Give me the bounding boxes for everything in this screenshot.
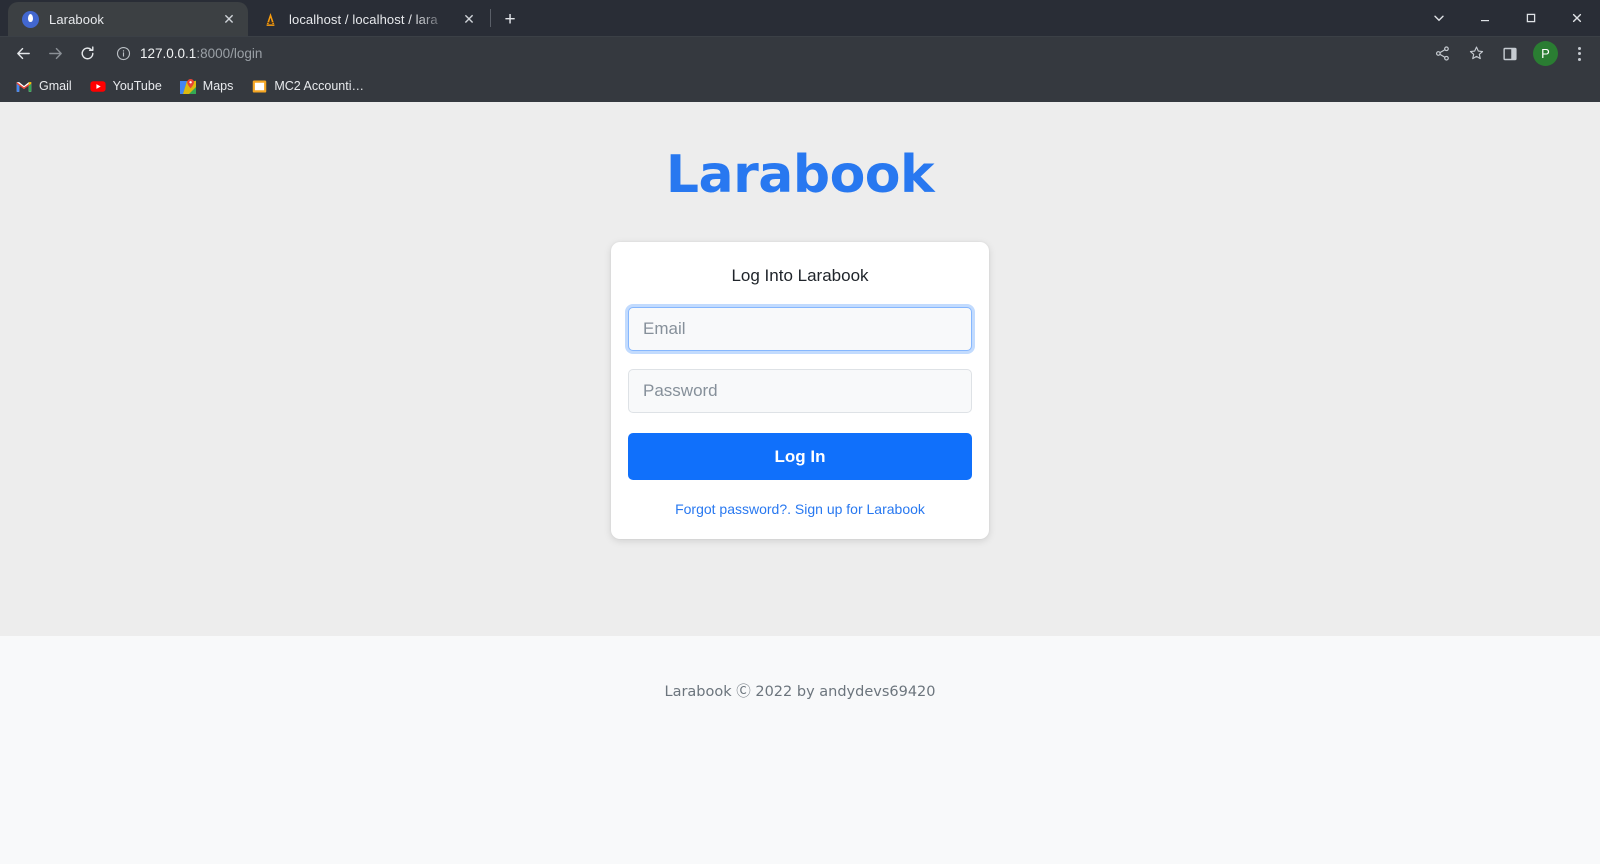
bookmark-label: Gmail: [39, 79, 72, 93]
login-card: Log Into Larabook Log In Forgot password…: [611, 242, 989, 540]
browser-tab-larabook[interactable]: Larabook ✕: [8, 2, 248, 36]
bookmark-label: YouTube: [112, 79, 162, 93]
bookmark-star-icon[interactable]: [1461, 40, 1491, 68]
bookmark-label: Maps: [202, 79, 234, 93]
side-panel-icon[interactable]: [1495, 40, 1525, 68]
forward-icon: [40, 40, 70, 68]
browser-toolbar: 127.0.0.1:8000/login P: [0, 36, 1600, 70]
tab-strip: Larabook ✕ localhost / localhost / lara …: [0, 0, 1600, 36]
login-links: Forgot password?. Sign up for Larabook: [628, 501, 972, 517]
forgot-password-link[interactable]: Forgot password?: [675, 501, 787, 517]
close-icon[interactable]: ✕: [220, 10, 238, 28]
link-separator: .: [787, 501, 792, 518]
address-bar[interactable]: 127.0.0.1:8000/login: [108, 41, 1425, 67]
site-information-icon[interactable]: [116, 46, 131, 61]
chrome-menu-icon[interactable]: [1566, 40, 1592, 68]
phpmyadmin-icon: [262, 11, 279, 28]
login-heading: Log Into Larabook: [731, 266, 869, 286]
login-page-main: Larabook Log Into Larabook Log In Forgot…: [0, 102, 1600, 636]
url-host: 127.0.0.1: [140, 46, 197, 61]
close-window-icon[interactable]: [1554, 0, 1600, 36]
browser-tab-phpmyadmin[interactable]: localhost / localhost / lara ✕: [248, 2, 488, 36]
copyright-text: Larabook Ⓒ 2022 by andydevs69420: [664, 684, 936, 700]
new-tab-button[interactable]: +: [493, 4, 527, 34]
bookmark-maps[interactable]: Maps: [172, 73, 242, 99]
email-field[interactable]: [628, 307, 972, 352]
bookmark-mc2-accounting[interactable]: MC2 Accounti…: [243, 73, 372, 99]
bookmark-gmail[interactable]: Gmail: [8, 73, 80, 99]
google-maps-icon: [179, 78, 196, 94]
tab-title: Larabook: [49, 11, 105, 27]
bookmarks-bar: Gmail YouTube Maps MC2 Accounti…: [0, 70, 1600, 102]
bookmark-youtube[interactable]: YouTube: [82, 73, 170, 99]
url-text: 127.0.0.1:8000/login: [140, 46, 262, 61]
chevron-down-icon[interactable]: [1416, 0, 1462, 36]
tab-divider: [490, 9, 491, 27]
back-icon[interactable]: [8, 40, 38, 68]
gmail-icon: [16, 78, 32, 94]
page-viewport: Larabook Log Into Larabook Log In Forgot…: [0, 102, 1600, 864]
share-icon[interactable]: [1427, 40, 1457, 68]
profile-avatar[interactable]: P: [1533, 41, 1558, 66]
toolbar-actions: P: [1427, 40, 1592, 68]
page-title: Larabook: [665, 145, 935, 205]
window-controls: [1416, 0, 1600, 36]
browser-chrome: Larabook ✕ localhost / localhost / lara …: [0, 0, 1600, 102]
url-path: :8000/login: [196, 46, 263, 61]
youtube-icon: [90, 78, 106, 94]
minimize-icon[interactable]: [1462, 0, 1508, 36]
larabook-balloon-icon: [22, 10, 39, 28]
reload-icon[interactable]: [72, 40, 102, 68]
folder-icon: [251, 78, 267, 94]
tab-title: localhost / localhost / lara: [289, 11, 438, 27]
signup-link[interactable]: Sign up for Larabook: [795, 501, 925, 517]
bookmark-label: MC2 Accounti…: [274, 79, 364, 93]
page-footer: Larabook Ⓒ 2022 by andydevs69420: [0, 636, 1600, 864]
password-field[interactable]: [628, 369, 972, 414]
close-icon[interactable]: ✕: [460, 10, 478, 28]
maximize-icon[interactable]: [1508, 0, 1554, 36]
login-button[interactable]: Log In: [628, 433, 972, 481]
